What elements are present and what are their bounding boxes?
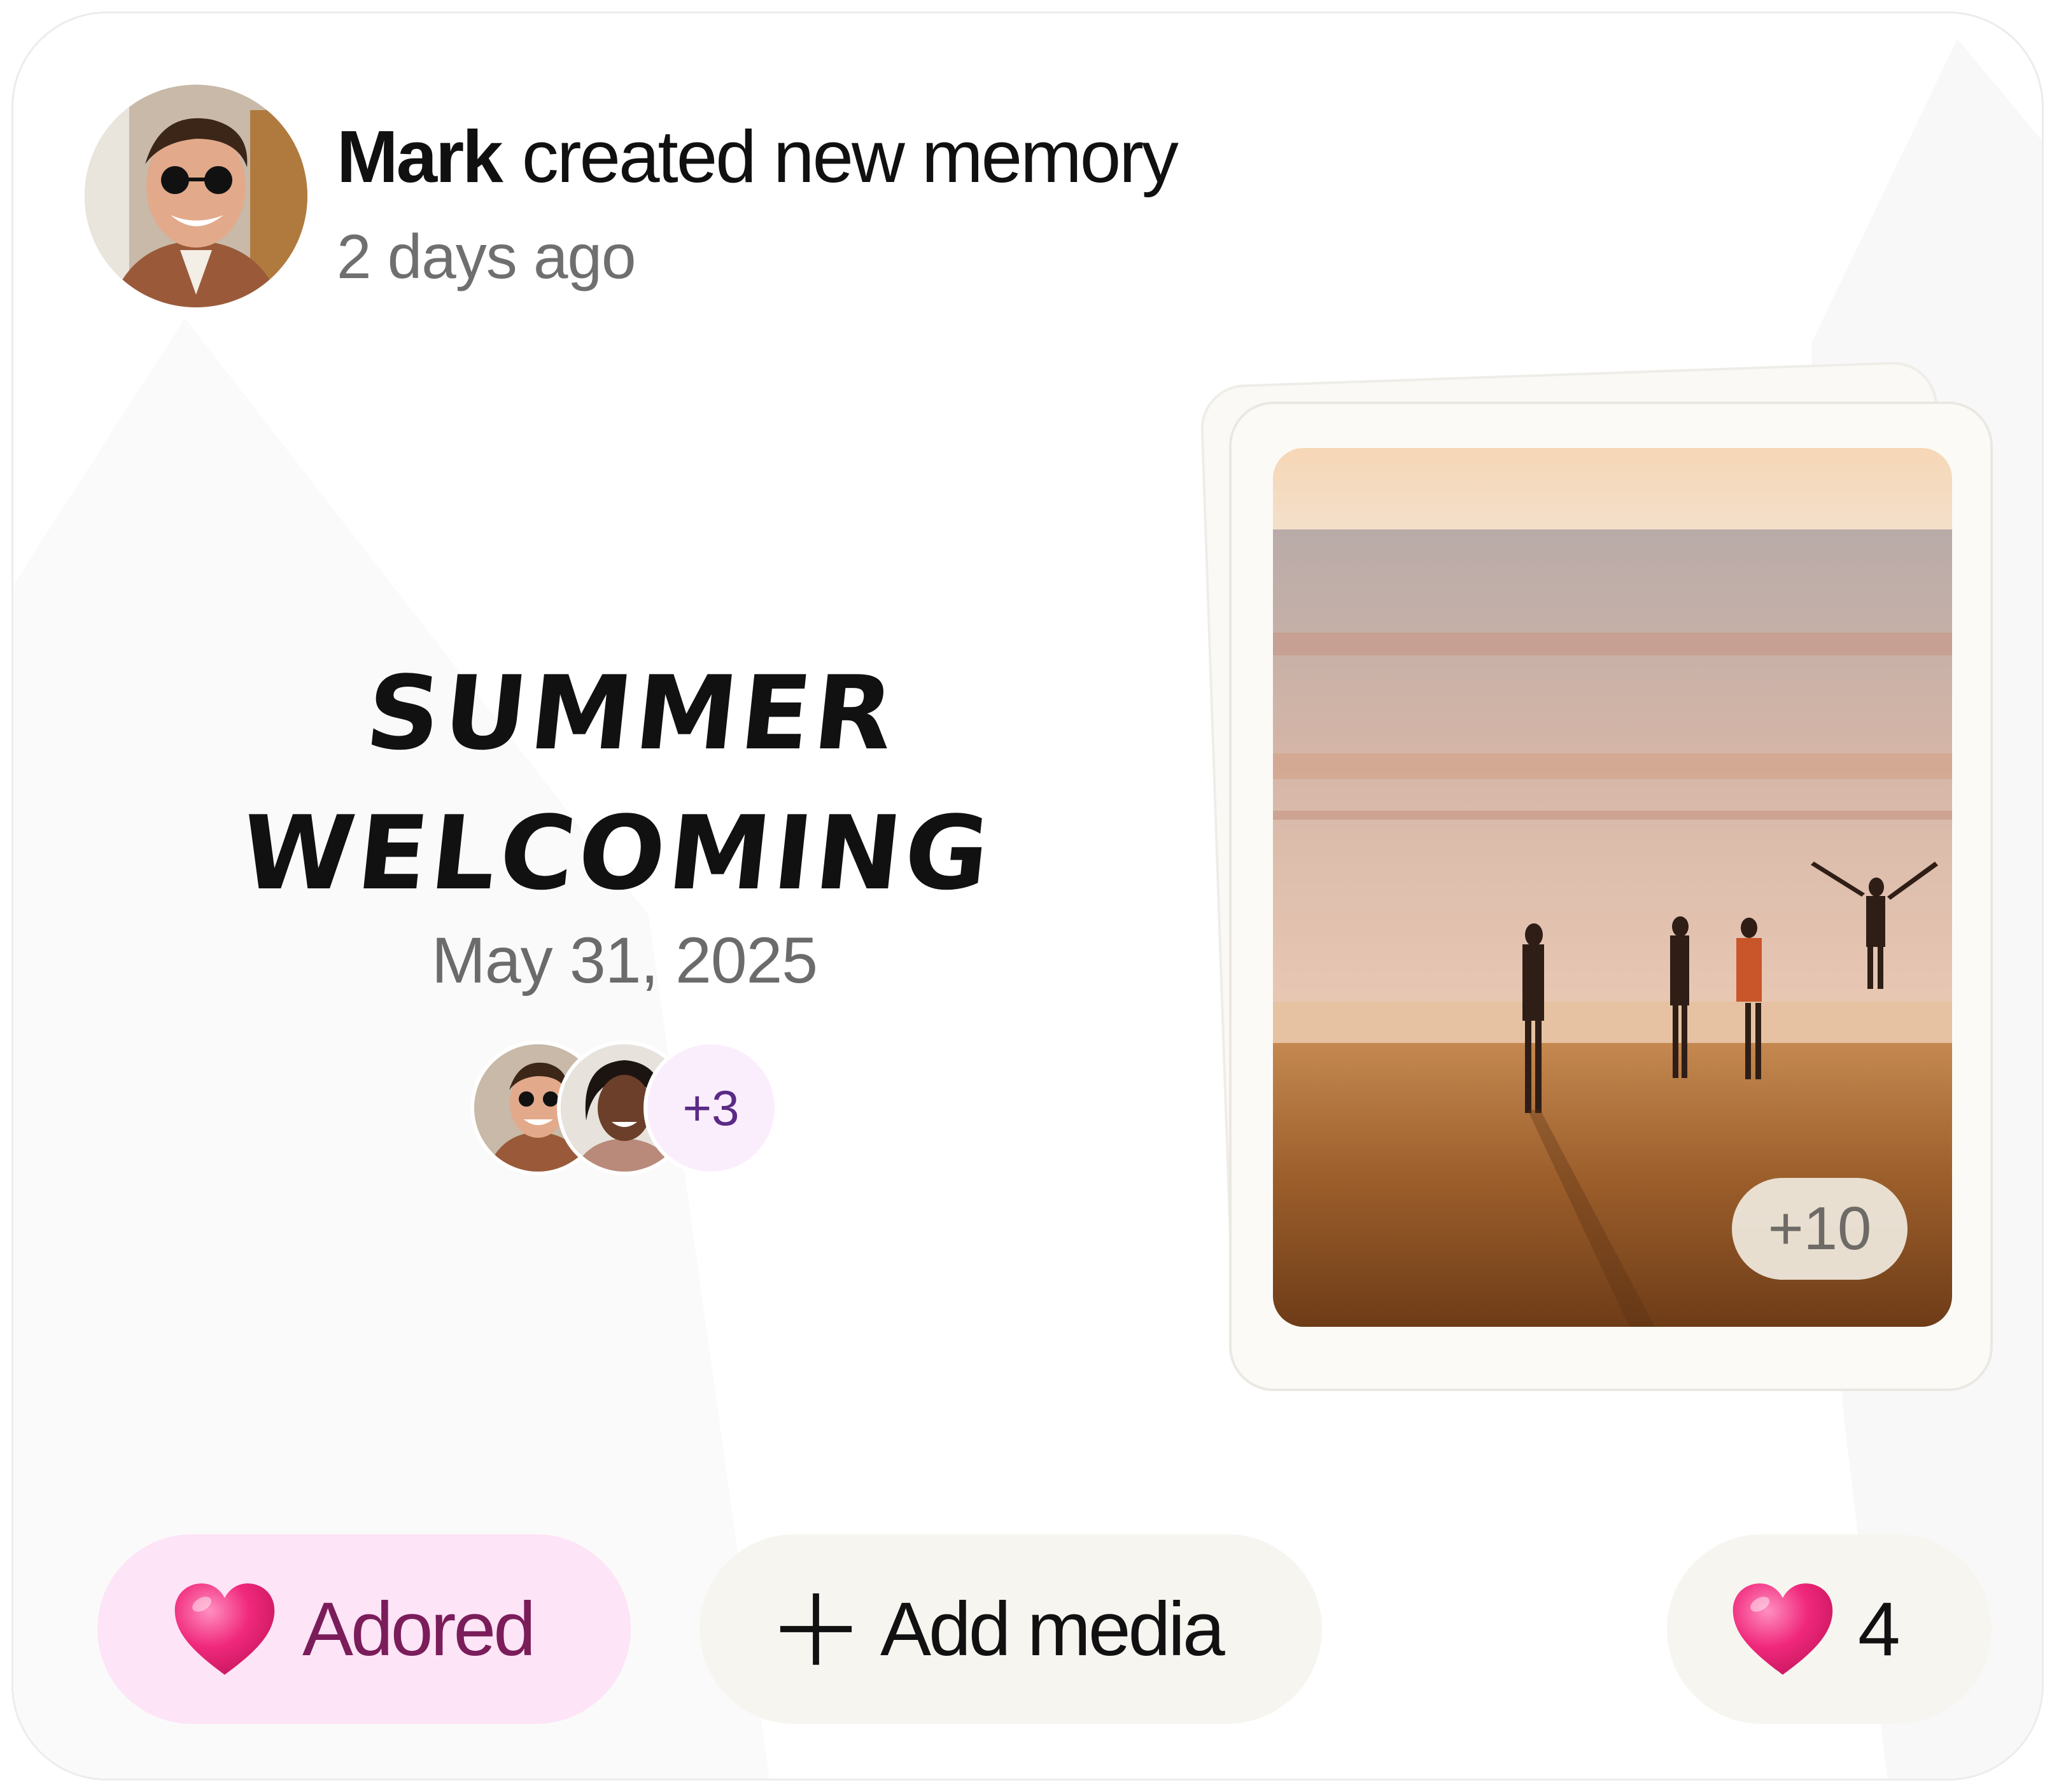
adored-label: Adored — [302, 1586, 536, 1672]
participants-stack[interactable]: +3 — [470, 1040, 789, 1175]
participants-more-badge[interactable]: +3 — [643, 1040, 778, 1175]
heart-icon — [174, 1583, 275, 1675]
post-headline: Mark created new memory — [337, 114, 1179, 199]
memory-title: SUMMER WELCOMING — [190, 643, 1059, 923]
add-media-button[interactable]: Add media — [699, 1534, 1322, 1724]
likes-counter-button[interactable]: 4 — [1667, 1534, 1992, 1724]
plus-icon — [780, 1593, 852, 1665]
heart-icon — [1732, 1583, 1833, 1675]
memory-date: May 31, 2025 — [431, 924, 818, 997]
likes-count: 4 — [1858, 1586, 1901, 1672]
more-photos-badge[interactable]: +10 — [1732, 1178, 1908, 1280]
memory-card[interactable]: Mark created new memory 2 days ago SUMMER… — [11, 11, 2044, 1781]
memory-title-line-2: WELCOMING — [235, 794, 999, 913]
memory-title-line-1: SUMMER — [360, 654, 903, 773]
author-avatar[interactable] — [85, 85, 307, 307]
post-timestamp: 2 days ago — [337, 221, 636, 291]
add-media-label: Add media — [880, 1586, 1225, 1672]
adored-button[interactable]: Adored — [97, 1534, 631, 1724]
post-action: created new memory — [521, 115, 1179, 198]
author-name[interactable]: Mark — [337, 115, 503, 198]
